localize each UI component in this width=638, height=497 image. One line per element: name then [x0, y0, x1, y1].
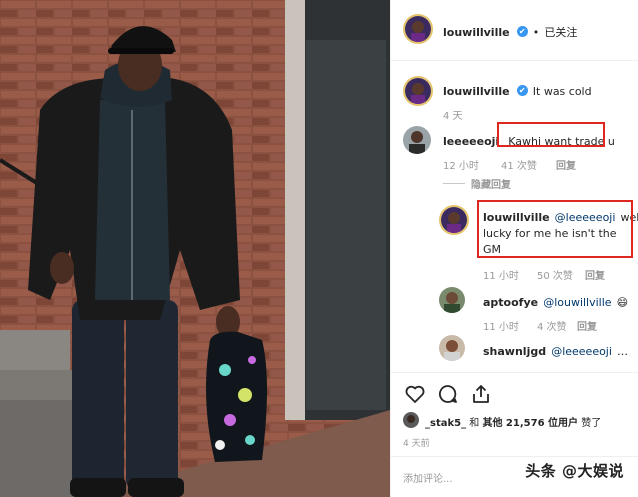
- likes-count-link[interactable]: 其他 21,576 位用户: [482, 418, 578, 429]
- reply-time: 11 小时: [483, 271, 519, 282]
- caption-username[interactable]: louwillville: [443, 85, 510, 98]
- reply-text: …: [617, 345, 629, 358]
- comment-time: 12 小时: [443, 161, 479, 172]
- watermark: 头条 @大娱说: [525, 462, 624, 480]
- highlight-box: [477, 200, 633, 258]
- comments-panel: louwillville ✔ • 已关注 louwillville ✔ It w…: [390, 0, 638, 497]
- author-username[interactable]: louwillville: [443, 26, 510, 39]
- reply-button[interactable]: 回复: [585, 267, 605, 282]
- post-photo: [0, 0, 390, 497]
- reply-avatar[interactable]: [439, 335, 465, 361]
- reply-line: shawnljgd @leeeeeoji …: [483, 340, 628, 359]
- heart-icon[interactable]: [403, 382, 427, 406]
- photo-illustration: [0, 0, 390, 497]
- reply-line: aptoofye @louwillville 😄: [483, 291, 628, 310]
- highlight-box: [497, 122, 605, 147]
- likes-connector: 和: [466, 418, 483, 429]
- reply-username[interactable]: aptoofye: [483, 296, 538, 309]
- reply-likes[interactable]: 50 次赞: [537, 267, 573, 282]
- hide-replies-button[interactable]: 隐藏回复: [471, 176, 511, 191]
- caption-avatar[interactable]: [403, 76, 433, 106]
- reply-mention[interactable]: @louwillville: [543, 296, 611, 309]
- likes-summary: _stak5_ 和 其他 21,576 位用户 赞了: [425, 414, 601, 429]
- reply-mention[interactable]: @leeeeeoji: [551, 345, 612, 358]
- follow-status-button[interactable]: 已关注: [544, 26, 577, 39]
- reply-button[interactable]: 回复: [577, 318, 597, 333]
- caption-line: louwillville ✔ It was cold: [443, 80, 592, 99]
- header-divider: [391, 60, 638, 61]
- separator-dot: •: [532, 26, 540, 39]
- likes-suffix: 赞了: [578, 418, 602, 429]
- reply-avatar[interactable]: [439, 287, 465, 313]
- share-icon[interactable]: [469, 382, 493, 406]
- actions-divider: [391, 372, 638, 373]
- verified-badge-icon: ✔: [516, 26, 528, 37]
- comment-username[interactable]: leeeeeoji: [443, 135, 499, 148]
- verified-badge-icon: ✔: [516, 85, 528, 96]
- replies-line: [443, 183, 465, 184]
- comment-likes[interactable]: 41 次赞: [501, 157, 537, 172]
- caption-time: 4 天: [443, 111, 463, 122]
- liker-avatar[interactable]: [403, 412, 419, 428]
- caption-text: It was cold: [532, 85, 592, 98]
- post-time: 4 天前: [403, 439, 430, 449]
- reply-button[interactable]: 回复: [556, 157, 576, 172]
- comment-icon[interactable]: [436, 382, 460, 406]
- reply-likes[interactable]: 4 次赞: [537, 318, 567, 333]
- reply-time: 11 小时: [483, 322, 519, 333]
- author-avatar[interactable]: [403, 14, 433, 44]
- liker-username[interactable]: _stak5_: [425, 418, 466, 429]
- post-header: louwillville ✔ • 已关注: [391, 0, 638, 60]
- reply-avatar[interactable]: [439, 205, 469, 235]
- add-comment-input[interactable]: 添加评论...: [403, 470, 453, 485]
- reply-username[interactable]: shawnljgd: [483, 345, 546, 358]
- comment-input-divider: [391, 456, 638, 457]
- emoji-icon: 😄: [616, 296, 629, 309]
- commenter-avatar[interactable]: [403, 126, 431, 154]
